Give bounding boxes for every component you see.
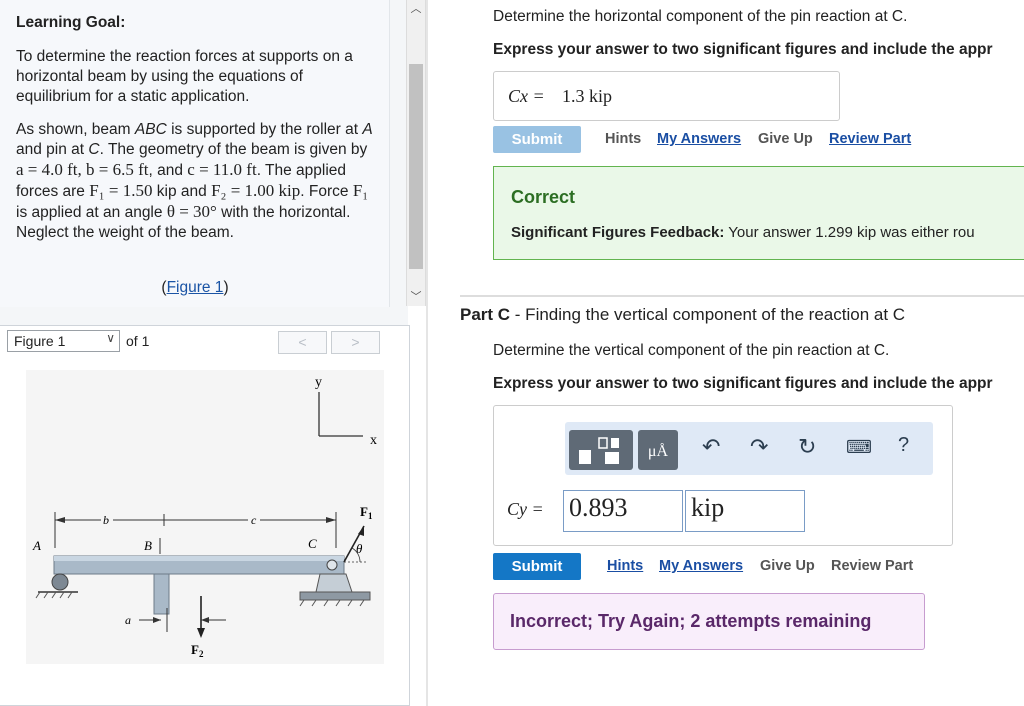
value-input[interactable]: 0.893 xyxy=(563,490,683,532)
figure-link-wrap: (Figure 1) xyxy=(161,279,229,296)
point-a-label: A xyxy=(32,538,41,553)
part-c-answer-label: Cy = xyxy=(507,499,544,519)
chevron-down-icon: ∨ xyxy=(106,331,115,345)
units-icon[interactable]: μÅ xyxy=(638,430,678,470)
part-c-answer-area: μÅ ↶ ↷ ↻ ⌨ ? Cy = 0.893 kip xyxy=(493,405,953,546)
left-pane: Learning Goal: To determine the reaction… xyxy=(0,0,410,706)
roller-a xyxy=(51,573,69,591)
part-c-give-up-link[interactable]: Give Up xyxy=(760,558,815,574)
figure-panel: Figure 1 ∨ of 1 < > y x b c A B C F1 θ F… xyxy=(0,325,410,706)
left-scrollbar[interactable]: ︿ ﹀ xyxy=(406,0,426,306)
scroll-up-icon[interactable]: ︿ xyxy=(407,0,425,18)
y-axis-label: y xyxy=(315,375,322,390)
point-b-label: B xyxy=(144,538,152,553)
figure-link[interactable]: Figure 1 xyxy=(167,279,224,296)
unit-input[interactable]: kip xyxy=(685,490,805,532)
feedback-correct-title: Correct xyxy=(511,187,576,207)
math-toolbar: μÅ ↶ ↷ ↻ ⌨ ? xyxy=(565,422,933,475)
angle-theta-label: θ xyxy=(356,541,363,556)
dim-a-label: a xyxy=(125,613,131,627)
part-c-title: Part C - Finding the vertical component … xyxy=(460,305,906,324)
part-c-my-answers-link[interactable]: My Answers xyxy=(659,558,743,574)
beam-diagram-svg: y x b c A B C F1 θ F2 a xyxy=(32,375,377,659)
part-b-instruction: Express your answer to two significant f… xyxy=(493,41,993,58)
force-f2-label: F2 xyxy=(191,642,204,659)
part-b-answer-value: 1.3 kip xyxy=(562,86,613,106)
scrollbar-thumb[interactable] xyxy=(409,64,423,269)
part-c-submit-button[interactable]: Submit xyxy=(493,553,581,580)
figure-toolbar: Figure 1 ∨ of 1 < > xyxy=(0,326,410,358)
keyboard-icon[interactable]: ⌨ xyxy=(846,437,872,458)
figure-count: of 1 xyxy=(126,333,150,349)
part-c-feedback-incorrect: Incorrect; Try Again; 2 attempts remaini… xyxy=(493,593,925,650)
learning-goal-description: To determine the reaction forces at supp… xyxy=(16,48,353,105)
point-c-label: C xyxy=(308,536,317,551)
part-c-hints-link[interactable]: Hints xyxy=(607,558,643,574)
pane-divider xyxy=(426,0,428,706)
part-b-review-part-link[interactable]: Review Part xyxy=(829,131,911,147)
part-b-submit-button[interactable]: Submit xyxy=(493,126,581,153)
help-icon[interactable]: ? xyxy=(898,434,909,457)
problem-statement: As shown, beam ABC is supported by the r… xyxy=(16,121,373,241)
next-figure-button[interactable]: > xyxy=(331,331,380,354)
sigfig-feedback: Significant Figures Feedback: Your answe… xyxy=(511,224,975,241)
part-c-review-part-link[interactable]: Review Part xyxy=(831,558,913,574)
redo-icon[interactable]: ↷ xyxy=(750,434,768,460)
reset-icon[interactable]: ↻ xyxy=(798,434,816,460)
x-axis-label: x xyxy=(370,433,377,448)
figure-select[interactable]: Figure 1 ∨ xyxy=(7,330,120,352)
part-divider xyxy=(460,295,1024,297)
force-f1-label: F1 xyxy=(360,504,373,521)
dim-c-label: c xyxy=(251,513,257,527)
pin-support-c xyxy=(315,573,353,593)
part-b-give-up-link[interactable]: Give Up xyxy=(758,131,813,147)
learning-goal-box: Learning Goal: To determine the reaction… xyxy=(0,0,390,307)
scroll-down-icon[interactable]: ﹀ xyxy=(407,288,425,306)
part-b-answer-box: Cx = 1.3 kip xyxy=(493,71,840,121)
part-b-answer-label: Cx = xyxy=(508,86,545,106)
undo-icon[interactable]: ↶ xyxy=(702,434,720,460)
part-b-question: Determine the horizontal component of th… xyxy=(493,8,908,25)
part-c-instruction: Express your answer to two significant f… xyxy=(493,375,993,392)
learning-goal-title: Learning Goal: xyxy=(16,14,126,31)
beam-diagram: y x b c A B C F1 θ F2 a xyxy=(26,370,384,664)
dim-b-label: b xyxy=(103,513,109,527)
template-icon[interactable] xyxy=(569,430,633,470)
right-pane: Determine the horizontal component of th… xyxy=(430,0,1024,706)
part-b-my-answers-link[interactable]: My Answers xyxy=(657,131,741,147)
part-b-hints-link[interactable]: Hints xyxy=(605,131,641,147)
prev-figure-button[interactable]: < xyxy=(278,331,327,354)
part-b-feedback-correct: Correct Significant Figures Feedback: Yo… xyxy=(493,166,1024,260)
feedback-incorrect-text: Incorrect; Try Again; 2 attempts remaini… xyxy=(510,611,872,631)
part-c-question: Determine the vertical component of the … xyxy=(493,342,890,359)
